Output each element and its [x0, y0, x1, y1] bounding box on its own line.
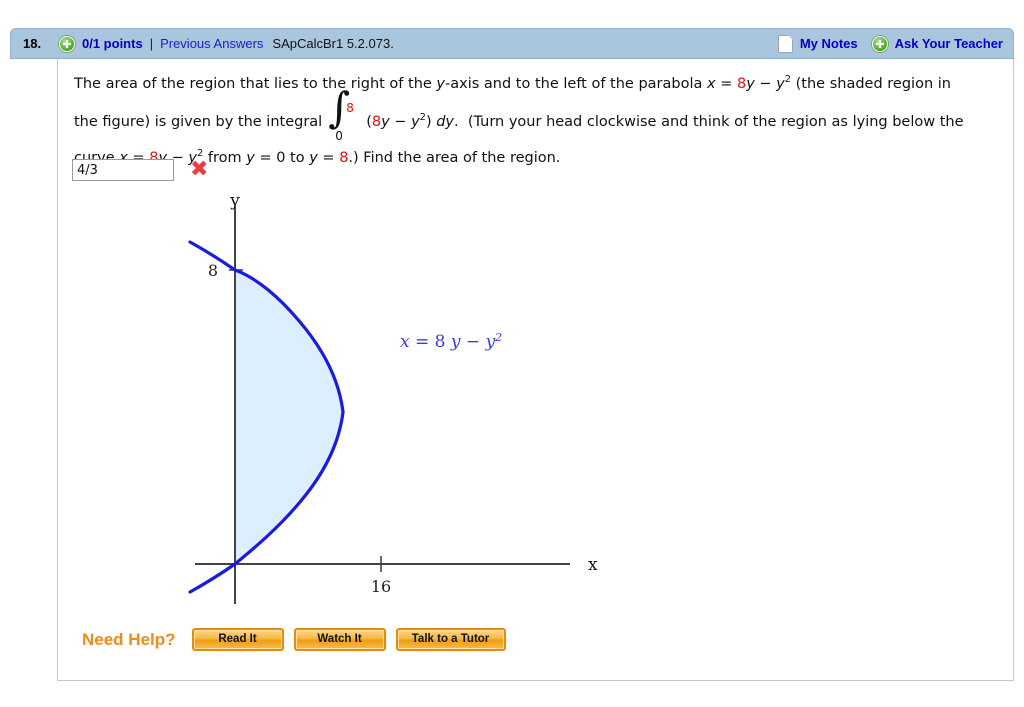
q1-part-a: The area of the region that lies to the …	[74, 76, 437, 92]
previous-answers-link[interactable]: Previous Answers	[160, 36, 263, 51]
y-axis-label: y	[229, 192, 240, 211]
q2-var-y: y	[381, 114, 390, 130]
curve-label-y: y	[450, 332, 461, 352]
y-axis-label-text: y	[229, 192, 240, 211]
question-text: The area of the region that lies to the …	[74, 66, 999, 176]
question-header-bar: 18. 0/1 points | Previous Answers SApCal…	[10, 28, 1014, 59]
note-page-icon[interactable]	[777, 34, 793, 53]
curve-label-x: x	[400, 332, 410, 352]
q1-var-x: x	[707, 76, 716, 92]
curve-label-minus: −	[461, 332, 486, 352]
read-it-button[interactable]: Read It	[191, 628, 284, 651]
answer-row: ✖	[72, 159, 208, 181]
x-axis-label: x	[588, 555, 598, 575]
q1-equals: =	[715, 76, 737, 92]
integral-upper-limit: 8	[346, 101, 354, 115]
q1-var-y2: y	[746, 76, 755, 92]
question-number: 18.	[23, 36, 42, 51]
watch-it-button[interactable]: Watch It	[293, 628, 386, 651]
answer-input[interactable]	[72, 159, 174, 181]
q2-dy: dy	[436, 114, 455, 130]
q2-period: .	[454, 114, 459, 130]
figure-svg: y x 8 16 x = 8 y − y2	[188, 191, 598, 604]
header-right-group: My Notes Ask Your Teacher	[777, 34, 1003, 53]
q1-part-b: -axis and to the left of the parabola	[445, 76, 707, 92]
y-tick-label-8: 8	[208, 261, 218, 280]
q2-coefficient-8: 8	[371, 114, 382, 130]
curve-label-8: 8	[435, 332, 451, 352]
integral-lower-limit: 0	[335, 129, 343, 143]
q1-part-c: (the shaded region in	[791, 76, 951, 92]
question-line-1: The area of the region that lies to the …	[74, 66, 999, 102]
q3-var-y4: y	[309, 150, 318, 166]
q2-part-b: (Turn your head clockwise and think of t…	[467, 114, 964, 130]
q3-part-b: .) Find the area of the region.	[348, 150, 561, 166]
q2-minus: −	[389, 114, 412, 130]
question-line-2: the figure) is given by the integral ∫ 8 0 (…	[74, 87, 999, 144]
q2-paren-close: )	[425, 114, 437, 130]
q1-coefficient-8: 8	[736, 76, 747, 92]
question-line-3: curve x = 8y − y2 from y = 0 to y = 8.) …	[74, 140, 999, 176]
q1-var-y3: y	[776, 76, 785, 92]
need-help-row: Need Help? Read It Watch It Talk to a Tu…	[82, 628, 516, 651]
page-root: 18. 0/1 points | Previous Answers SApCal…	[0, 0, 1024, 707]
incorrect-answer-icon: ✖	[190, 157, 209, 182]
integral-expression: ∫ 8 0	[322, 87, 366, 144]
talk-to-a-tutor-button[interactable]: Talk to a Tutor	[395, 628, 506, 651]
header-separator: |	[149, 36, 154, 51]
book-code-label: SApCalcBr1 5.2.073.	[272, 36, 394, 51]
q3-from: from	[203, 150, 247, 166]
curve-label-ysq: y	[485, 332, 496, 352]
x-tick-label-16: 16	[371, 577, 391, 596]
q1-var-y: y	[436, 76, 446, 92]
my-notes-link[interactable]: My Notes	[800, 36, 858, 51]
ask-your-teacher-link[interactable]: Ask Your Teacher	[895, 36, 1003, 51]
curve-label-eq: =	[410, 332, 435, 352]
curve-label-exponent: 2	[494, 331, 502, 344]
parabola-figure: y x 8 16 x = 8 y − y2	[150, 191, 630, 617]
curve-equation-label: x = 8 y − y2	[400, 331, 502, 352]
q2-part-a: the figure) is given by the integral	[74, 114, 323, 130]
q3-lower: = 0 to	[254, 150, 310, 166]
shaded-region	[235, 270, 343, 564]
plus-circle-icon[interactable]	[59, 35, 75, 52]
q2-var-y2: y	[411, 114, 420, 130]
need-help-label: Need Help?	[82, 629, 176, 649]
q3-var-y3: y	[246, 150, 255, 166]
points-label: 0/1 points	[82, 36, 143, 51]
ask-teacher-plus-icon[interactable]	[871, 35, 888, 52]
q1-minus: −	[754, 76, 777, 92]
